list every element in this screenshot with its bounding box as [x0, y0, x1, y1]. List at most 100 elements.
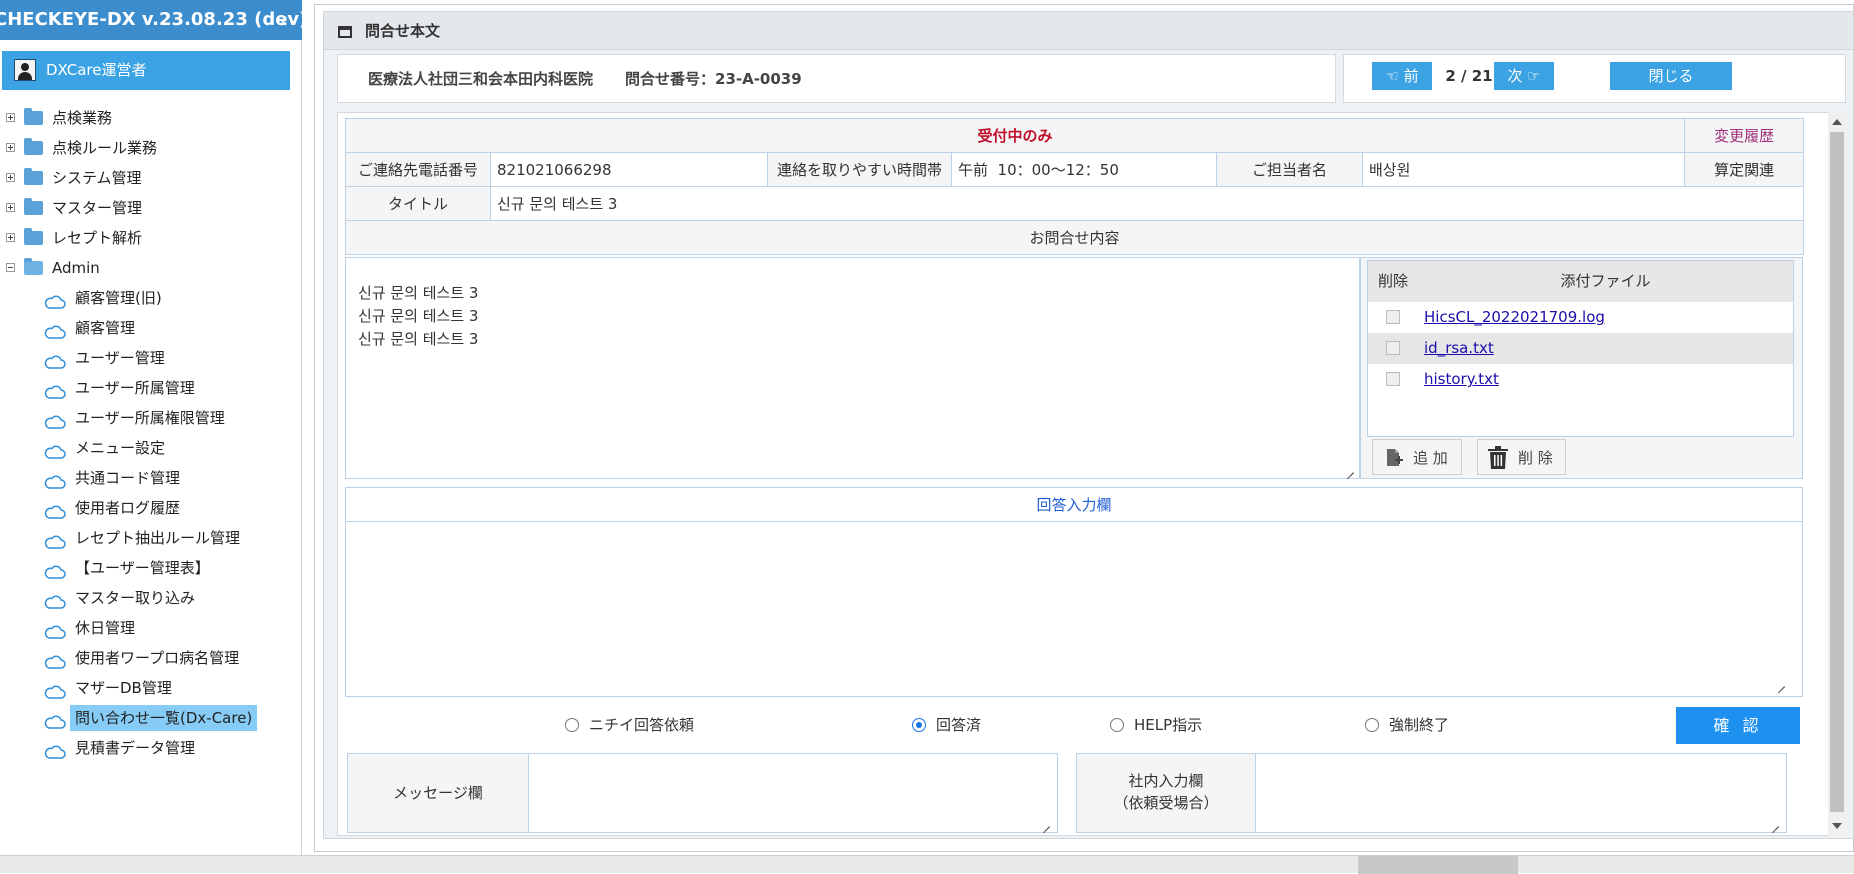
menu-group-master[interactable]: マスター管理 — [0, 195, 290, 221]
collapse-sidebar-icon[interactable]: ‹ — [274, 0, 294, 40]
sidebar-item[interactable]: 使用者ワープロ病名管理 — [0, 645, 290, 671]
sidebar-item-label: ユーザー所属権限管理 — [75, 409, 225, 427]
prev-button[interactable]: ☜ 前 — [1372, 62, 1432, 90]
internal-textarea[interactable] — [1257, 754, 1786, 832]
cloud-icon — [44, 651, 66, 669]
cloud-icon — [44, 531, 66, 549]
cloud-icon — [44, 591, 66, 609]
sidebar-item[interactable]: メニュー設定 — [0, 435, 290, 461]
delete-checkbox[interactable] — [1386, 341, 1400, 355]
internal-note-field: 社内入力欄 （依頼受場合） — [1076, 753, 1787, 833]
inquiry-info: 医療法人社団三和会本田内科医院 問合せ番号：23-A-0039 — [337, 54, 1336, 103]
attachment-link[interactable]: history.txt — [1424, 364, 1499, 395]
scroll-thumb[interactable] — [1358, 856, 1518, 874]
cloud-icon — [44, 291, 66, 309]
cloud-icon — [44, 441, 66, 459]
phone-value: 821021066298 — [490, 152, 768, 187]
menu-group-admin[interactable]: Admin — [0, 255, 290, 281]
confirm-button[interactable]: 確 認 — [1676, 707, 1800, 744]
close-button[interactable]: 閉じる — [1610, 62, 1732, 90]
radio-circle[interactable] — [1110, 718, 1124, 732]
attachment-row: history.txt — [1368, 364, 1793, 395]
menu-group-inspection-rules[interactable]: 点検ルール業務 — [0, 135, 290, 161]
radio-label: 回答済 — [936, 716, 982, 734]
expand-icon[interactable] — [6, 143, 15, 152]
radio-circle[interactable] — [565, 718, 579, 732]
radio-circle-checked[interactable] — [912, 718, 926, 732]
radio-circle[interactable] — [1365, 718, 1379, 732]
folder-icon — [24, 228, 43, 245]
cloud-icon — [44, 681, 66, 699]
sidebar-item[interactable]: 顧客管理(旧) — [0, 285, 290, 311]
file-column-header: 添付ファイル — [1418, 261, 1793, 302]
attachment-link[interactable]: HicsCL_2022021709.log — [1424, 302, 1605, 333]
sidebar-item[interactable]: マザーDB管理 — [0, 675, 290, 701]
scroll-thumb[interactable] — [1830, 132, 1844, 812]
radio-label: HELP指示 — [1134, 716, 1203, 734]
folder-open-icon — [24, 258, 43, 275]
next-button[interactable]: 次 ☞ — [1494, 62, 1554, 90]
contact-time-label: 連絡を取りやすい時間帯 — [767, 152, 952, 187]
message-textarea[interactable] — [529, 754, 1057, 832]
menu-group-system[interactable]: システム管理 — [0, 165, 290, 191]
change-history-link[interactable]: 変更履歴 — [1684, 118, 1805, 153]
collapse-icon[interactable] — [6, 263, 15, 272]
menu-group-inspection[interactable]: 点検業務 — [0, 105, 290, 131]
expand-icon[interactable] — [6, 113, 15, 122]
contact-time-value: 午前 10：00～12：50 — [951, 152, 1217, 187]
sidebar-item-label: ユーザー管理 — [75, 349, 165, 367]
sidebar-item[interactable]: 休日管理 — [0, 615, 290, 641]
resize-handle-icon[interactable] — [1770, 818, 1780, 828]
expand-icon[interactable] — [6, 233, 15, 242]
content-header: お問合せ内容 — [344, 220, 1805, 255]
sidebar-item[interactable]: 【ユーザー管理表】 — [0, 555, 290, 581]
phone-label: ご連絡先電話番号 — [345, 152, 491, 187]
resize-handle-icon[interactable] — [1345, 464, 1355, 474]
panel-header: 問合せ本文 — [323, 11, 1854, 50]
horizontal-scrollbar[interactable] — [0, 855, 1854, 874]
resize-handle-icon[interactable] — [1776, 678, 1786, 688]
sidebar-item[interactable]: レセプト抽出ルール管理 — [0, 525, 290, 551]
menu-group-label: マスター管理 — [52, 199, 143, 217]
sidebar-item[interactable]: 使用者ログ履歴 — [0, 495, 290, 521]
sidebar-item-label: マザーDB管理 — [75, 679, 172, 697]
sidebar-item[interactable]: ユーザー所属管理 — [0, 375, 290, 401]
user-name: DXCare運営者 — [46, 61, 147, 79]
scroll-up-icon[interactable] — [1832, 119, 1842, 125]
add-attachment-button[interactable]: 追 加 — [1372, 439, 1462, 475]
sidebar-item[interactable]: ユーザー所属権限管理 — [0, 405, 290, 431]
folder-icon — [24, 138, 43, 155]
sidebar-item[interactable]: 問い合わせ一覧(Dx-Care) — [0, 705, 290, 731]
content-line: 신규 문의 테스트 3 — [358, 307, 479, 325]
expand-icon[interactable] — [6, 173, 15, 182]
sidebar-item[interactable]: ユーザー管理 — [0, 345, 290, 371]
expand-icon[interactable] — [6, 203, 15, 212]
delete-attachment-button[interactable]: 削 除 — [1477, 439, 1566, 475]
page-indicator: 2 / 21 — [1445, 67, 1493, 85]
answer-textarea[interactable] — [345, 522, 1803, 697]
resize-handle-icon[interactable] — [1041, 818, 1051, 828]
folder-icon — [24, 108, 43, 125]
sidebar-item[interactable]: 顧客管理 — [0, 315, 290, 341]
sidebar-item-label: 顧客管理 — [75, 319, 136, 337]
calc-related-label: 算定関連 — [1684, 152, 1805, 187]
current-user[interactable]: DXCare運営者 — [2, 51, 290, 90]
status-label: 受付中のみ — [344, 118, 1686, 153]
delete-checkbox[interactable] — [1386, 372, 1400, 386]
menu-group-receipt[interactable]: レセプト解析 — [0, 225, 290, 251]
title-label: タイトル — [345, 186, 491, 221]
radio-label: ニチイ回答依頼 — [589, 716, 695, 734]
cloud-icon — [44, 381, 66, 399]
cloud-icon — [44, 501, 66, 519]
sidebar-item[interactable]: 見積書データ管理 — [0, 735, 290, 761]
inquiry-content-textarea[interactable]: 신규 문의 테스트 3 신규 문의 테스트 3 신규 문의 테스트 3 — [345, 257, 1360, 479]
vertical-scrollbar[interactable] — [1828, 112, 1846, 836]
sidebar-item[interactable]: 共通コード管理 — [0, 465, 290, 491]
sidebar-item[interactable]: マスター取り込み — [0, 585, 290, 611]
radio-label: 強制終了 — [1389, 716, 1450, 734]
person-value: 배상원 — [1361, 152, 1686, 187]
menu-group-label: 点検ルール業務 — [52, 139, 158, 157]
delete-checkbox[interactable] — [1386, 310, 1400, 324]
attachment-link[interactable]: id_rsa.txt — [1424, 333, 1494, 364]
scroll-down-icon[interactable] — [1832, 823, 1842, 829]
